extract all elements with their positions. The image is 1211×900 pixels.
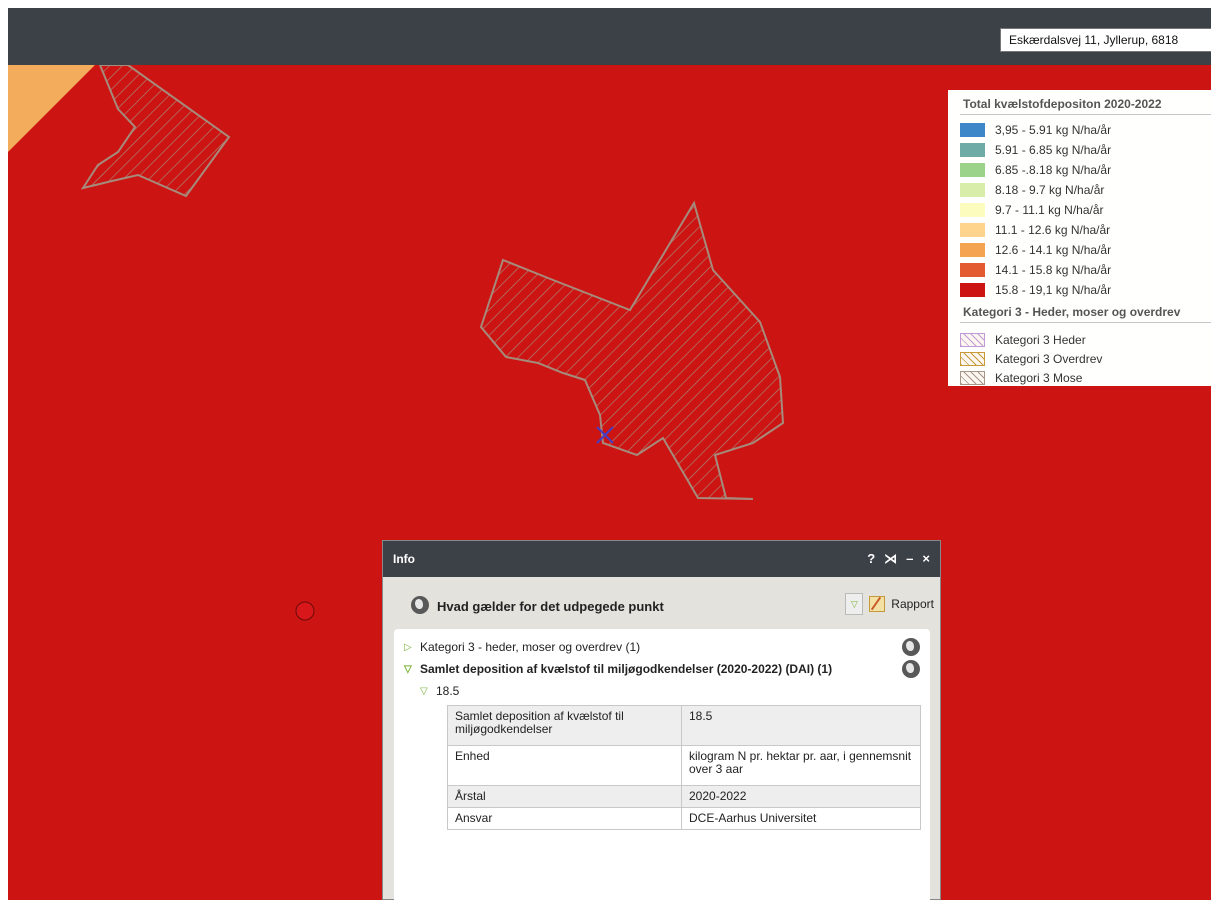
close-button[interactable]: × xyxy=(922,551,930,567)
legend-swatch xyxy=(960,143,985,157)
table-row: Samlet deposition af kvælstof til miljøg… xyxy=(447,705,921,746)
table-cell-key: Årstal xyxy=(447,785,682,808)
rapport-button[interactable]: ▽ Rapport xyxy=(845,593,934,615)
globe-icon xyxy=(411,596,429,614)
rapport-label: Rapport xyxy=(891,597,934,611)
legend-item: Kategori 3 Mose xyxy=(960,369,1082,387)
pencil-report-icon xyxy=(869,596,886,612)
red-circle-marker[interactable] xyxy=(295,601,315,621)
legend-swatch xyxy=(960,123,985,137)
legend-title: Total kvælstofdepositon 2020-2022 xyxy=(963,97,1162,111)
info-panel: Info ? ⋊ – × Hvad gælder for det udpeged… xyxy=(382,540,941,900)
legend-item: 6.85 -.8.18 kg N/ha/år xyxy=(960,161,1111,179)
legend-hatch-swatch xyxy=(960,333,985,347)
legend-swatch xyxy=(960,223,985,237)
table-row: Ansvar DCE-Aarhus Universitet xyxy=(447,807,921,830)
legend-item: 12.6 - 14.1 kg N/ha/år xyxy=(960,241,1111,259)
table-cell-key: Ansvar xyxy=(447,807,682,830)
legend-swatch xyxy=(960,163,985,177)
legend-swatch xyxy=(960,203,985,217)
tree-node-label: Kategori 3 - heder, moser og overdrev (1… xyxy=(420,640,641,654)
table-row: Enhed kilogram N pr. hektar pr. aar, i ge… xyxy=(447,745,921,786)
tree-node-label: Samlet deposition af kvælstof til miljøg… xyxy=(420,662,833,676)
legend-item-label: 9.7 - 11.1 kg N/ha/år xyxy=(995,203,1104,217)
table-cell-value: DCE-Aarhus Universitet xyxy=(681,807,921,830)
legend-item: 11.1 - 12.6 kg N/ha/år xyxy=(960,221,1110,239)
legend-item: 8.18 - 9.7 kg N/ha/år xyxy=(960,181,1104,199)
collapse-arrow-icon[interactable]: ▽ xyxy=(404,664,420,675)
legend-item-label: 5.91 - 6.85 kg N/ha/år xyxy=(995,143,1112,157)
info-panel-header[interactable]: Info ? ⋊ – × xyxy=(383,541,940,577)
legend-item: 5.91 - 6.85 kg N/ha/år xyxy=(960,141,1111,159)
legend-item-label: 6.85 -.8.18 kg N/ha/år xyxy=(995,163,1112,177)
legend-item-label: Kategori 3 Heder xyxy=(995,333,1086,347)
info-panel-title: Info xyxy=(393,552,415,566)
address-search-input[interactable] xyxy=(1000,28,1211,52)
legend-swatch xyxy=(960,263,985,277)
map-application: Total kvælstofdepositon 2020-2022 3,95 -… xyxy=(8,8,1211,900)
legend-hatch-swatch xyxy=(960,352,985,366)
minimize-button[interactable]: – xyxy=(906,551,913,567)
legend-hatch-swatch xyxy=(960,371,985,385)
legend-item-label: 8.18 - 9.7 kg N/ha/år xyxy=(995,183,1105,197)
expand-arrow-icon[interactable]: ▷ xyxy=(404,642,420,653)
legend-item-label: Kategori 3 Mose xyxy=(995,371,1083,385)
legend-divider xyxy=(960,114,1211,115)
legend-item-label: 14.1 - 15.8 kg N/ha/år xyxy=(995,263,1112,277)
info-subtitle: Hvad gælder for det udpegede punkt xyxy=(437,599,664,614)
dropdown-arrow-icon[interactable]: ▽ xyxy=(845,593,864,615)
legend-item-label: Kategori 3 Overdrev xyxy=(995,352,1103,366)
legend-item-label: 11.1 - 12.6 kg N/ha/år xyxy=(995,223,1111,237)
globe-icon[interactable] xyxy=(902,638,920,656)
globe-icon[interactable] xyxy=(902,660,920,678)
collapse-arrow-icon[interactable]: ▽ xyxy=(420,686,436,697)
attribute-table: Samlet deposition af kvælstof til miljøg… xyxy=(447,705,921,830)
table-cell-value: 18.5 xyxy=(681,705,921,746)
legend-item-label: 15.8 - 19,1 kg N/ha/år xyxy=(995,283,1112,297)
tree-node-label: 18.5 xyxy=(436,684,460,698)
info-subheader: Hvad gælder for det udpegede punkt ▽ Rap… xyxy=(383,577,940,625)
legend-section-title: Kategori 3 - Heder, moser og overdrev xyxy=(963,305,1181,319)
map-legend: Total kvælstofdepositon 2020-2022 3,95 -… xyxy=(948,90,1211,386)
legend-swatch xyxy=(960,283,985,297)
help-button[interactable]: ? xyxy=(867,551,875,567)
legend-item-label: 3,95 - 5.91 kg N/ha/år xyxy=(995,123,1112,137)
legend-swatch xyxy=(960,243,985,257)
tree-node-deposition[interactable]: ▽ Samlet deposition af kvælstof til milj… xyxy=(404,659,920,679)
tree-node-value[interactable]: ▽ 18.5 xyxy=(420,681,920,701)
legend-item: 14.1 - 15.8 kg N/ha/år xyxy=(960,261,1111,279)
legend-item: 15.8 - 19,1 kg N/ha/år xyxy=(960,281,1111,299)
table-cell-value: kilogram N pr. hektar pr. aar, i gennems… xyxy=(681,745,921,786)
legend-item: Kategori 3 Heder xyxy=(960,331,1086,349)
legend-item: 3,95 - 5.91 kg N/ha/år xyxy=(960,121,1111,139)
legend-swatch xyxy=(960,183,985,197)
table-cell-value: 2020-2022 xyxy=(681,785,921,808)
dock-button[interactable]: ⋊ xyxy=(884,551,897,567)
tree-node-kategori3[interactable]: ▷ Kategori 3 - heder, moser og overdrev … xyxy=(404,637,920,657)
legend-item-label: 12.6 - 14.1 kg N/ha/år xyxy=(995,243,1112,257)
legend-item: 9.7 - 11.1 kg N/ha/år xyxy=(960,201,1104,219)
legend-item: Kategori 3 Overdrev xyxy=(960,350,1102,368)
table-row: Årstal 2020-2022 xyxy=(447,785,921,808)
legend-divider xyxy=(960,322,1211,323)
info-results: ▷ Kategori 3 - heder, moser og overdrev … xyxy=(394,629,930,900)
table-cell-key: Enhed xyxy=(447,745,682,786)
table-cell-key: Samlet deposition af kvælstof til miljøg… xyxy=(447,705,682,746)
